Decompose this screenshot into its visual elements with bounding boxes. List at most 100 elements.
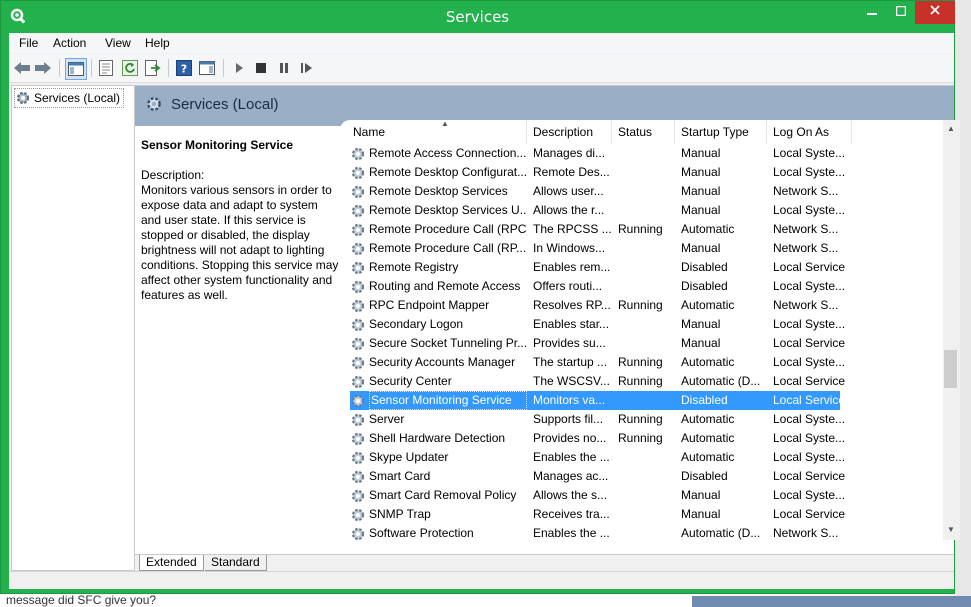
services-window: Services File Action View Help ? Service… (0, 0, 960, 594)
column-header-description[interactable]: Description (527, 120, 612, 144)
cell-status (618, 201, 678, 220)
column-header-log-on-as[interactable]: Log On As (767, 120, 852, 144)
services-gear-icon (16, 91, 30, 105)
stop-service-button[interactable] (251, 58, 271, 78)
cell-description: Allows user... (533, 184, 604, 198)
scrollbar-thumb[interactable] (944, 350, 957, 388)
menu-action[interactable]: Action (53, 36, 86, 50)
cell-log-on-as: Network S... (773, 222, 839, 236)
tab-standard[interactable]: Standard (205, 555, 267, 571)
cell-description: The startup ... (533, 355, 608, 369)
cell-description: Enables the ... (533, 450, 610, 464)
table-row[interactable]: Remote Registry Enables rem... Disabled Loc… (350, 258, 845, 277)
service-gear-icon (351, 470, 365, 484)
toolbar: ? (9, 54, 954, 83)
table-row[interactable]: Security Center The WSCSV... Running Automa… (350, 372, 845, 391)
play-icon (236, 63, 243, 73)
cell-log-on-as: Local Syste... (773, 450, 846, 464)
cell-status (618, 239, 678, 258)
menu-file[interactable]: File (19, 36, 38, 50)
pause-service-button[interactable] (274, 58, 294, 78)
tab-extended[interactable]: Extended (139, 555, 204, 571)
service-gear-icon (351, 394, 365, 408)
table-row[interactable]: Server Supports fil... Running Automatic Loc… (350, 410, 845, 429)
forward-arrow-icon (35, 62, 51, 74)
cell-name: Routing and Remote Access (369, 279, 521, 293)
cell-name: Smart Card Removal Policy (369, 488, 517, 502)
selected-service-name: Sensor Monitoring Service (141, 138, 294, 152)
table-row[interactable]: Software Protection Enables the ... Automa… (350, 524, 840, 543)
table-row-selected[interactable]: Sensor Monitoring Service Monitors va... D… (350, 391, 845, 410)
cell-log-on-as: Local Syste... (773, 279, 846, 293)
table-row[interactable]: Skype Updater Enables the ... Automatic Loc… (350, 448, 845, 467)
cell-name: Shell Hardware Detection (369, 431, 506, 445)
table-row[interactable]: SNMP Trap Receives tra... Manual Local Serv… (350, 505, 845, 524)
table-row[interactable]: Secure Socket Tunneling Pr... Provides su… (350, 334, 845, 353)
cell-status (618, 144, 678, 163)
back-button[interactable] (12, 58, 32, 78)
cell-name: Security Accounts Manager (369, 355, 516, 369)
service-gear-icon (351, 261, 365, 275)
cell-name: Secondary Logon (369, 317, 464, 331)
cell-startup-type: Manual (681, 146, 721, 160)
menu-view[interactable]: View (105, 36, 131, 50)
services-gear-icon (147, 97, 161, 111)
maximize-button[interactable] (887, 2, 915, 24)
show-action-pane-button[interactable] (197, 58, 217, 78)
service-gear-icon (351, 337, 365, 351)
cell-log-on-as: Network S... (773, 241, 839, 255)
service-gear-icon (351, 185, 365, 199)
menu-help[interactable]: Help (145, 36, 170, 50)
table-row[interactable]: Routing and Remote Access Offers routi...… (350, 277, 845, 296)
cell-status: Running (618, 298, 663, 312)
table-row[interactable]: Remote Desktop Services Allows user... Man… (350, 182, 840, 201)
table-row[interactable]: Remote Procedure Call (RPC) The RPCSS ...… (350, 220, 840, 239)
cell-log-on-as: Local Service (773, 336, 846, 350)
cell-name: RPC Endpoint Mapper (369, 298, 490, 312)
cell-status: Running (618, 222, 663, 236)
export-list-button[interactable] (143, 58, 163, 78)
table-row[interactable]: Smart Card Removal Policy Allows the s...… (350, 486, 845, 505)
help-button[interactable]: ? (174, 58, 194, 78)
minimize-button[interactable] (858, 2, 886, 24)
service-gear-icon (351, 204, 365, 218)
properties-button[interactable] (96, 58, 116, 78)
cell-startup-type: Manual (681, 488, 721, 502)
close-button[interactable] (915, 1, 955, 24)
forward-button[interactable] (33, 58, 53, 78)
table-row[interactable]: Remote Desktop Configurat... Remote Des..… (350, 163, 845, 182)
menu-bar: File Action View Help (9, 33, 954, 53)
start-service-button[interactable] (229, 58, 249, 78)
export-list-icon (145, 60, 161, 76)
toolbar-separator (59, 59, 60, 77)
cell-description: Allows the r... (533, 203, 605, 217)
cell-status (618, 315, 678, 334)
vertical-scrollbar[interactable]: ▲ ▼ (943, 120, 960, 540)
table-row[interactable]: Secondary Logon Enables star... Manual Loca… (350, 315, 845, 334)
cell-log-on-as: Local Syste... (773, 355, 846, 369)
cell-startup-type: Disabled (681, 279, 728, 293)
show-hide-console-tree-button[interactable] (65, 58, 87, 80)
restart-service-button[interactable] (297, 58, 317, 78)
scroll-up-icon[interactable]: ▲ (947, 124, 955, 133)
column-header-startup-type[interactable]: Startup Type (675, 120, 767, 144)
tree-item-services-local[interactable]: Services (Local) (14, 88, 125, 108)
title-bar[interactable]: Services (1, 1, 955, 33)
column-header-name[interactable]: ▲ Name (347, 119, 527, 144)
table-row[interactable]: Shell Hardware Detection Provides no... Ru… (350, 429, 845, 448)
cell-log-on-as: Local Syste... (773, 146, 846, 160)
table-row[interactable]: Remote Desktop Services U... Allows the r… (350, 201, 845, 220)
maximize-icon (895, 5, 907, 17)
cell-description: Enables the ... (533, 526, 610, 540)
scroll-down-icon[interactable]: ▼ (947, 525, 955, 534)
table-row[interactable]: Remote Access Connection... Manages di...… (350, 144, 845, 163)
table-row[interactable]: Remote Procedure Call (RP... In Windows..… (350, 239, 840, 258)
column-header-status[interactable]: Status (612, 120, 675, 144)
table-row[interactable]: RPC Endpoint Mapper Resolves RP... Running… (350, 296, 840, 315)
cell-name: Remote Procedure Call (RP... (369, 241, 527, 255)
table-row[interactable]: Security Accounts Manager The startup ...… (350, 353, 845, 372)
cell-description: In Windows... (533, 241, 606, 255)
table-row[interactable]: Smart Card Manages ac... Disabled Local Ser… (350, 467, 845, 486)
cell-status (618, 163, 678, 182)
refresh-button[interactable] (120, 58, 140, 78)
